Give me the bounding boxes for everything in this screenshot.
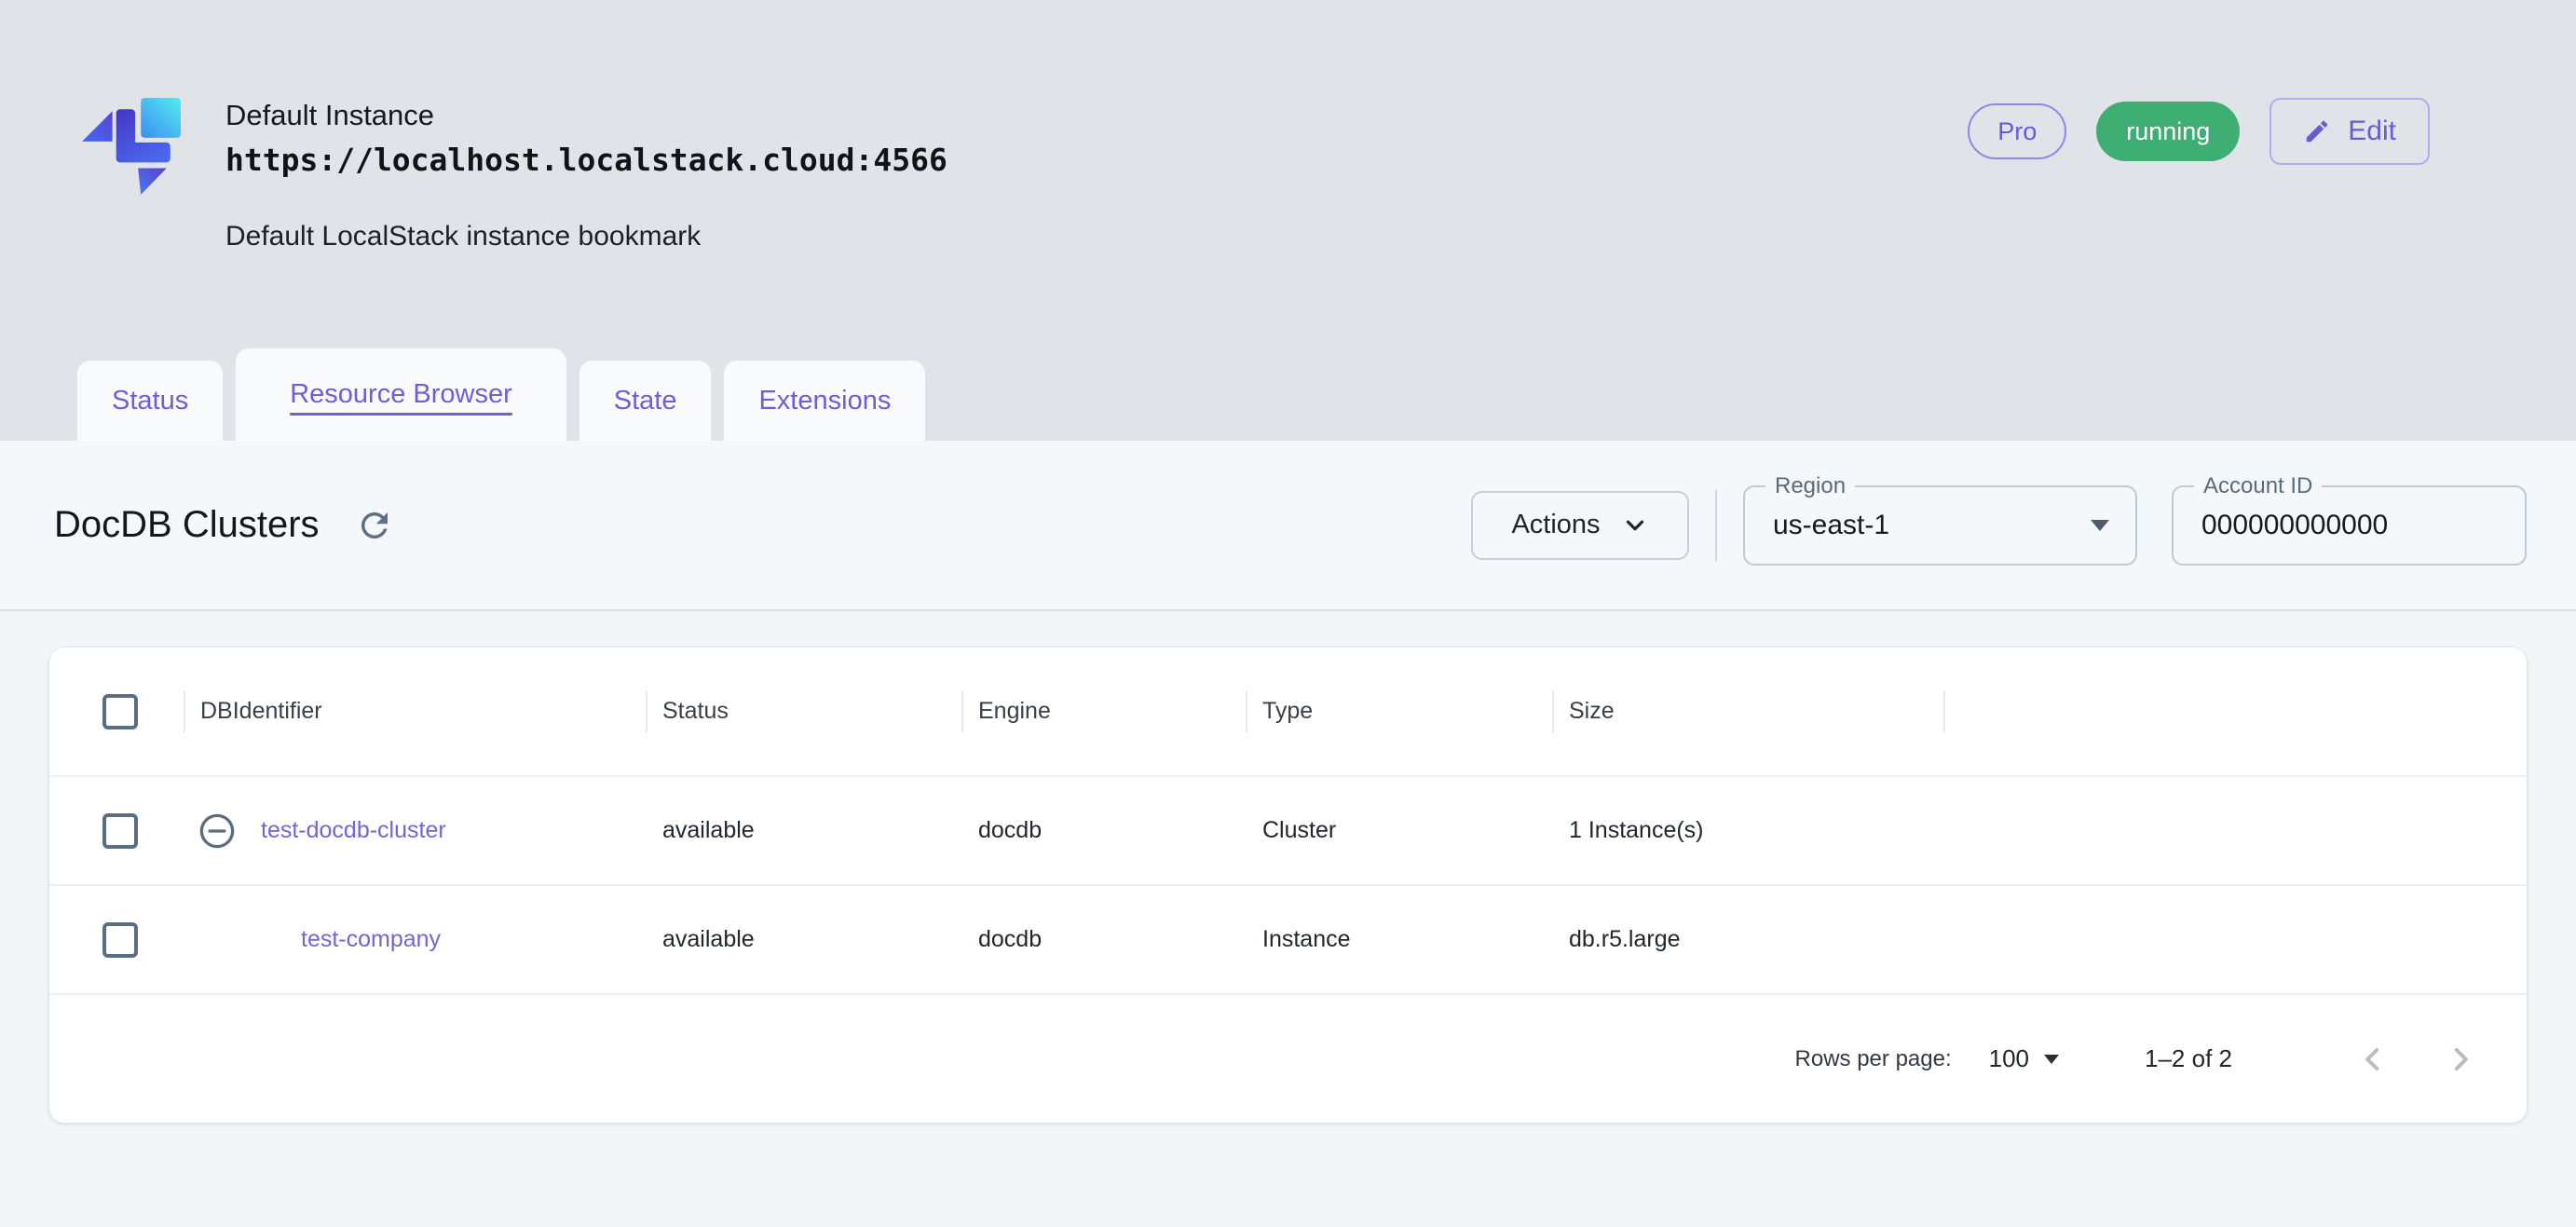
column-header-type: Type [1246,698,1552,725]
row-engine-cell: docdb [978,926,1043,952]
row-engine-cell: docdb [978,817,1043,843]
previous-page-button[interactable] [2351,1038,2394,1081]
resource-toolbar: DocDB Clusters Actions Region us-east-1 … [0,441,2576,611]
instance-link[interactable]: test-company [301,926,441,953]
toolbar-divider [1715,489,1717,561]
column-header-size: Size [1552,698,1943,725]
instance-subtitle: Default LocalStack instance bookmark [225,221,702,252]
edit-button[interactable]: Edit [2269,98,2430,165]
page-title: DocDB Clusters [54,504,320,545]
instance-header: Default Instance https://localhost.local… [0,0,2576,441]
instance-title: Default Instance [225,99,435,131]
account-id-label: Account ID [2194,472,2323,499]
row-dbidentifier-cell: test-docdb-cluster [184,811,646,851]
clusters-table-card: DBIdentifier Status Engine Type Size tes… [49,648,2527,1123]
pagination-range: 1–2 of 2 [2145,1044,2232,1072]
row-dbidentifier-cell: test-company [184,926,646,953]
status-badge: running [2096,102,2241,161]
region-select[interactable]: Region us-east-1 [1743,472,2137,566]
table-header-checkbox-cell [49,693,184,729]
header-badges: Pro running Edit [1968,98,2430,165]
row-type-cell: Instance [1262,926,1351,952]
minus-circle-icon [198,811,237,851]
tab-status[interactable]: Status [77,361,224,441]
tab-extensions[interactable]: Extensions [724,361,926,441]
region-select-label: Region [1765,472,1856,499]
tab-resource-browser[interactable]: Resource Browser [236,348,566,441]
rows-per-page-label: Rows per page: [1794,1045,1952,1071]
row-status-cell: available [662,817,755,843]
row-checkbox[interactable] [102,921,138,958]
table-header-row: DBIdentifier Status Engine Type Size [49,648,2527,775]
actions-button-label: Actions [1511,510,1601,539]
chevron-down-icon [1621,511,1649,539]
collapse-row-button[interactable] [198,811,237,851]
refresh-icon [355,506,394,545]
next-page-button[interactable] [2439,1038,2482,1081]
column-header-dbidentifier: DBIdentifier [184,698,646,725]
column-header-engine: Engine [961,698,1246,725]
row-checkbox-cell [49,921,184,958]
row-size-cell: db.r5.large [1569,926,1681,952]
actions-button[interactable]: Actions [1471,490,1689,560]
cluster-link[interactable]: test-docdb-cluster [261,817,446,844]
table-pagination: Rows per page: 100 1–2 of 2 [49,993,2527,1123]
table-row: test-docdb-cluster available docdb Clust… [49,775,2527,884]
rows-per-page-value: 100 [1988,1044,2030,1072]
row-checkbox-cell [49,812,184,849]
account-id-value: 000000000000 [2201,509,2389,540]
row-checkbox[interactable] [102,812,138,849]
row-size-cell: 1 Instance(s) [1569,817,1704,843]
column-header-status: Status [646,698,961,725]
chevron-right-icon [2442,1041,2479,1078]
localstack-logo [82,98,181,199]
account-id-field[interactable]: Account ID 000000000000 [2172,472,2527,566]
instance-url: https://localhost.localstack.cloud:4566 [225,142,947,179]
tab-bar: Status Resource Browser State Extensions [77,348,926,441]
tab-state[interactable]: State [579,361,712,441]
table-row: test-company available docdb Instance db… [49,884,2527,993]
dropdown-arrow-icon [2091,519,2109,531]
select-all-checkbox[interactable] [102,693,138,729]
chevron-left-icon [2354,1041,2392,1078]
pencil-icon [2303,117,2331,145]
region-select-value: us-east-1 [1773,509,1890,540]
row-type-cell: Cluster [1262,817,1337,843]
resource-content: DBIdentifier Status Engine Type Size tes… [0,611,2576,1123]
row-status-cell: available [662,926,755,952]
dropdown-arrow-icon [2044,1054,2060,1064]
rows-per-page-select[interactable]: 100 [1988,1044,2060,1073]
plan-badge: Pro [1968,103,2067,159]
edit-button-label: Edit [2348,116,2396,146]
refresh-button[interactable] [353,504,396,547]
